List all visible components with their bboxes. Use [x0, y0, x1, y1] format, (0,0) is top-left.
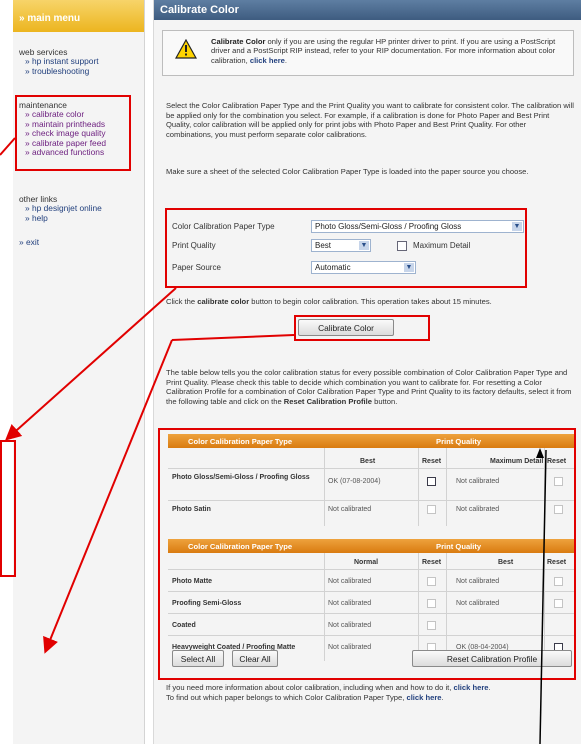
annotation-arrows [0, 137, 547, 744]
